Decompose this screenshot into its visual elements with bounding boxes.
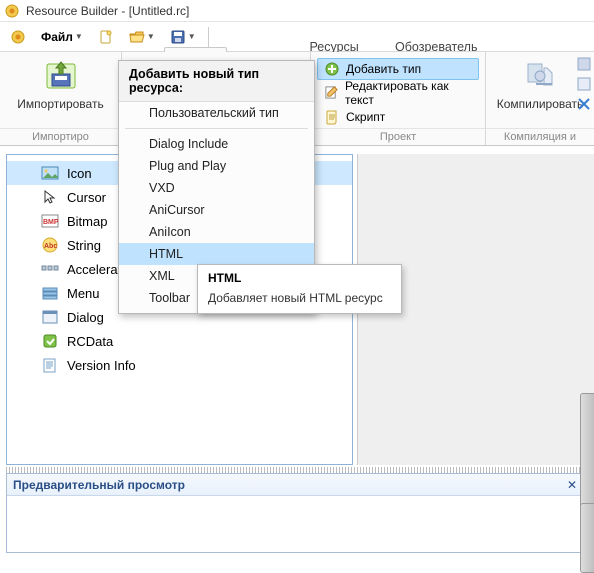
dropdown-item[interactable]: VXD: [119, 177, 314, 199]
plus-icon: [324, 61, 340, 77]
svg-text:Abc: Abc: [44, 243, 57, 250]
new-button[interactable]: [92, 25, 120, 49]
script-button[interactable]: Скрипт: [317, 106, 479, 128]
tree-item-label: Bitmap: [67, 214, 107, 229]
folder-open-icon: [129, 29, 145, 45]
dropdown-item[interactable]: AniCursor: [119, 199, 314, 221]
ribbon-group-title: Проект: [311, 128, 485, 144]
dropdown-header: Добавить новый тип ресурса:: [119, 61, 314, 102]
menu-icon: [41, 285, 59, 301]
tooltip-title: HTML: [208, 271, 391, 285]
preview-body: [7, 496, 587, 552]
edit-as-text-label: Редактировать как текст: [345, 79, 472, 107]
dropdown-item[interactable]: AniIcon: [119, 221, 314, 243]
tooltip-desc: Добавляет новый HTML ресурс: [208, 291, 391, 305]
add-type-button[interactable]: Добавить тип: [317, 58, 479, 80]
open-button[interactable]: ▼: [123, 25, 161, 49]
chevron-down-icon: ▼: [75, 32, 83, 41]
file-menu-button[interactable]: Файл ▼: [35, 25, 89, 49]
dialog-icon: [41, 309, 59, 325]
app-icon: [10, 29, 26, 45]
script-label: Скрипт: [346, 110, 385, 124]
dropdown-item[interactable]: HTML: [119, 243, 314, 265]
tree-item-label: RCData: [67, 334, 113, 349]
preview-panel: Предварительный просмотр ✕: [6, 473, 588, 553]
edit-text-icon: [324, 85, 339, 101]
dropdown-item[interactable]: Dialog Include: [119, 133, 314, 155]
app-menu-button[interactable]: [4, 25, 32, 49]
tree-item-label: Dialog: [67, 310, 104, 325]
save-button[interactable]: ▼: [164, 25, 202, 49]
window-title: Resource Builder - [Untitled.rc]: [26, 4, 189, 18]
version-icon: [41, 357, 59, 373]
accel-icon: [41, 261, 59, 277]
title-bar: Resource Builder - [Untitled.rc]: [0, 0, 594, 22]
tree-item[interactable]: Version Info: [7, 353, 352, 377]
dropdown-item[interactable]: Plug and Play: [119, 155, 314, 177]
cursor-icon: [41, 189, 59, 205]
ribbon-group-title: Компиляция и: [486, 128, 594, 144]
abc-icon: Abc: [41, 237, 59, 253]
tree-item-label: Version Info: [67, 358, 136, 373]
misc-icon-1[interactable]: [576, 56, 592, 72]
toolbar-separator: [208, 27, 209, 47]
compile-button[interactable]: Компилировать: [492, 56, 588, 111]
misc-icon-2[interactable]: [576, 76, 592, 92]
preview-title: Предварительный просмотр: [13, 478, 185, 492]
tree-item-label: Icon: [67, 166, 92, 181]
file-menu-label: Файл: [41, 30, 73, 44]
dropdown-item[interactable]: Пользовательский тип: [119, 102, 314, 124]
misc-icon-3[interactable]: [576, 96, 592, 112]
tree-item[interactable]: RCData: [7, 329, 352, 353]
app-icon: [4, 3, 20, 19]
svg-text:BMP: BMP: [43, 219, 59, 226]
html-tooltip: HTML Добавляет новый HTML ресурс: [197, 264, 402, 314]
drag-handle[interactable]: [580, 393, 594, 513]
compile-icon: [522, 58, 558, 94]
ribbon-group-project: Добавить тип Редактировать как текст Скр…: [311, 52, 486, 145]
chevron-down-icon: ▼: [188, 32, 196, 41]
drag-handle[interactable]: [580, 503, 594, 573]
dropdown-separator: [125, 128, 308, 129]
close-icon[interactable]: ✕: [563, 478, 581, 492]
ribbon-group-title: Импортиро: [0, 128, 121, 144]
import-button[interactable]: Импортировать: [6, 56, 116, 111]
tree-item-label: Cursor: [67, 190, 106, 205]
ribbon-group-import: Импортировать Импортиро: [0, 52, 122, 145]
main-toolbar: Файл ▼ ▼ ▼ Проект Ресурсы Ресурсы .NET О…: [0, 22, 594, 52]
import-label: Импортировать: [17, 97, 103, 111]
image-icon: [41, 165, 59, 181]
save-icon: [170, 29, 186, 45]
tree-item-label: Menu: [67, 286, 100, 301]
script-icon: [324, 109, 340, 125]
add-type-label: Добавить тип: [346, 62, 421, 76]
bmp-icon: BMP: [41, 213, 59, 229]
ribbon-group-compile: Компилировать Компиляция и: [486, 52, 594, 145]
import-icon: [43, 58, 79, 94]
edit-as-text-button[interactable]: Редактировать как текст: [317, 82, 479, 104]
rcdata-icon: [41, 333, 59, 349]
chevron-down-icon: ▼: [147, 32, 155, 41]
compile-label: Компилировать: [497, 97, 584, 111]
new-file-icon: [98, 29, 114, 45]
tree-item-label: String: [67, 238, 101, 253]
